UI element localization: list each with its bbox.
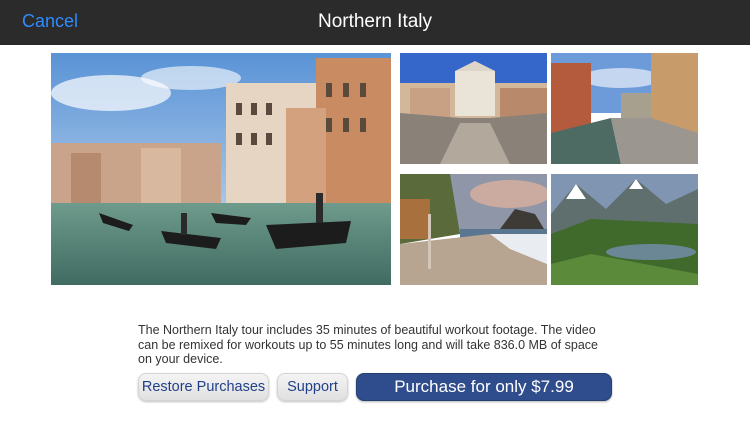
cancel-button[interactable]: Cancel [22, 11, 78, 32]
mountain-lake-photo [551, 174, 698, 285]
venice-gondolas-photo [51, 53, 391, 285]
nav-bar: Cancel Northern Italy [0, 0, 750, 45]
church-bridge-photo [400, 53, 547, 164]
restore-purchases-button[interactable]: Restore Purchases [138, 373, 269, 401]
page-title: Northern Italy [317, 11, 433, 32]
purchase-button[interactable]: Purchase for only $7.99 [356, 373, 612, 401]
canal-street-photo [551, 53, 698, 164]
tour-description: The Northern Italy tour includes 35 minu… [138, 323, 598, 366]
beach-coast-photo [400, 174, 547, 285]
support-button[interactable]: Support [277, 373, 348, 401]
